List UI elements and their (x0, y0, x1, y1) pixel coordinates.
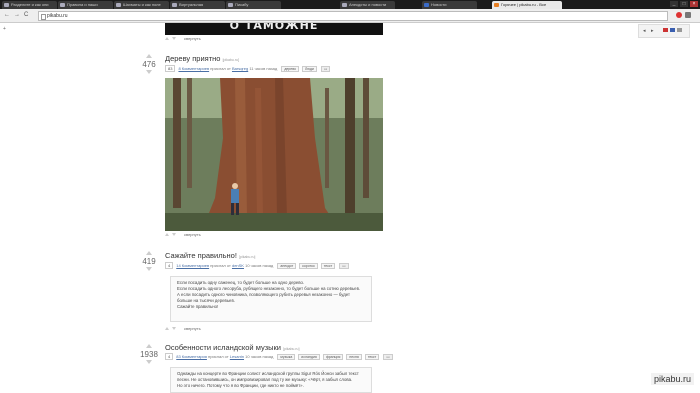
collapse-link[interactable]: свернуть (184, 232, 201, 237)
collapse-link[interactable]: свернуть (184, 326, 201, 331)
vote-up-icon[interactable] (165, 37, 169, 40)
post-text-line: А если посадить одного чиновника, позвол… (177, 292, 351, 303)
menu-icon[interactable] (685, 12, 691, 18)
favicon-icon (4, 3, 9, 7)
browser-tab[interactable]: Виртуальная (170, 1, 225, 9)
vote-down-icon[interactable] (146, 360, 152, 364)
flag-icon[interactable] (670, 28, 675, 32)
address-url: pikabu.ru (47, 13, 68, 19)
vote-down-icon[interactable] (146, 267, 152, 271)
comments-link[interactable]: 8 Комментариев (178, 66, 209, 71)
browser-tab[interactable]: Анекдоты и новости (340, 1, 395, 9)
post-title[interactable]: Особенности исландской музыки [pikabu.ru… (165, 343, 299, 352)
tag[interactable]: музыка (277, 354, 296, 360)
vote-up-icon[interactable] (146, 54, 152, 58)
post-title[interactable]: Сажайте правильно! [pikabu.ru] (165, 251, 255, 260)
post-title[interactable]: Дереву приятно [pikabu.ru] (165, 54, 239, 63)
author-link[interactable]: Barsqreg (232, 66, 248, 71)
tag[interactable]: текст (320, 263, 336, 269)
browser-tab[interactable]: Правила и наши (58, 1, 113, 9)
favicon-icon (116, 3, 121, 7)
favicon-icon (228, 3, 233, 7)
comments-link[interactable]: 83 Комментария (176, 354, 207, 359)
vote-down-icon[interactable] (172, 37, 176, 40)
favicon-icon (494, 3, 499, 7)
browser-tab[interactable]: Пикабу (226, 1, 281, 9)
favicon-icon (424, 3, 429, 7)
favicon-icon (342, 3, 347, 7)
tag[interactable]: коротко (299, 263, 318, 269)
post-meta: 4 14 Комментариев прислал от denSK 10 час… (165, 262, 349, 269)
tag[interactable]: песня (346, 354, 362, 360)
post-meta: 83 8 Комментариев прислал от Barsqreg 11 … (165, 65, 331, 72)
vote-down-icon[interactable] (172, 327, 176, 330)
post-text-line: Однажды на концерте во Франции солист ис… (177, 371, 359, 382)
tree-photo (165, 78, 383, 231)
save-icon[interactable]: ▭ (339, 263, 349, 269)
sidebar-nav-box: ◂ ▸ (638, 24, 690, 38)
tag[interactable]: исландия (298, 354, 320, 360)
post-text-box: Если посадить одну саженец, то будет бол… (170, 276, 372, 322)
browser-toolbar: ← → C pikabu.ru (0, 9, 700, 23)
post-score: 419 (142, 257, 156, 266)
window-controls: _ □ × (670, 1, 698, 7)
post-text-line: Но это ничего. Потому что я во Франции, … (177, 383, 304, 388)
browser-tab[interactable]: Шахматы и как поле (114, 1, 169, 9)
vote-up-icon[interactable] (146, 344, 152, 348)
comments-count-badge[interactable]: 4 (165, 353, 174, 360)
post-score: 1938 (140, 350, 158, 359)
tag[interactable]: анекдот (277, 263, 297, 269)
flag-icon[interactable] (663, 28, 668, 32)
tag[interactable]: текст (364, 354, 380, 360)
comments-count-badge[interactable]: 83 (165, 65, 176, 72)
prev-arrow-icon[interactable]: ◂ (643, 28, 646, 34)
browser-tab-active[interactable]: Горячее | pikabu.ru - Все (492, 1, 562, 9)
post-text-line: Сажайте правильно! (177, 304, 219, 309)
collapse-link[interactable]: свернуть (184, 36, 201, 41)
close-button[interactable]: × (690, 1, 698, 7)
watermark: pikabu.ru (650, 373, 694, 385)
favicon-icon (60, 3, 65, 7)
flag-icon[interactable] (677, 28, 682, 32)
browser-tab-strip: Разделите и как они Правила и наши Шахма… (0, 0, 700, 9)
author-link[interactable]: Lesantn (230, 354, 244, 359)
previous-post-image: О ТАМОЖНЕ (165, 23, 383, 35)
back-button[interactable]: ← (4, 12, 10, 19)
page-icon (41, 14, 46, 20)
post-image-tree (165, 78, 383, 231)
post-text-box: Однажды на концерте во Франции солист ис… (170, 367, 372, 393)
vote-up-icon[interactable] (165, 233, 169, 236)
next-arrow-icon[interactable]: ▸ (651, 28, 654, 34)
address-bar[interactable]: pikabu.ru (38, 11, 668, 21)
post-score: 476 (142, 60, 156, 69)
post-meta: 4 83 Комментария прислал от Lesantn 10 ча… (165, 353, 393, 360)
vote-down-icon[interactable] (146, 70, 152, 74)
browser-tab[interactable]: Новости (422, 1, 477, 9)
save-icon[interactable]: ▭ (320, 66, 331, 72)
tag[interactable]: дерево (281, 66, 299, 72)
page-content: + ◂ ▸ О ТАМОЖНЕ свернуть 476 Дереву прия… (0, 23, 700, 393)
vote-down-icon[interactable] (172, 233, 176, 236)
author-link[interactable]: denSK (232, 263, 244, 268)
browser-tab[interactable]: Разделите и как они (2, 1, 57, 9)
comments-link[interactable]: 14 Комментариев (176, 263, 209, 268)
minimize-button[interactable]: _ (670, 1, 678, 7)
forward-button[interactable]: → (14, 12, 20, 19)
comments-count-badge[interactable]: 4 (165, 262, 174, 269)
vote-up-icon[interactable] (165, 327, 169, 330)
save-icon[interactable]: ▭ (383, 354, 393, 360)
tag[interactable]: Люди (301, 66, 317, 72)
extension-icon[interactable] (676, 12, 682, 18)
vote-up-icon[interactable] (146, 251, 152, 255)
favicon-icon (172, 3, 177, 7)
page-hint: + (3, 26, 6, 32)
reload-button[interactable]: C (24, 12, 28, 19)
tag[interactable]: франция (322, 354, 344, 360)
maximize-button[interactable]: □ (680, 1, 688, 7)
